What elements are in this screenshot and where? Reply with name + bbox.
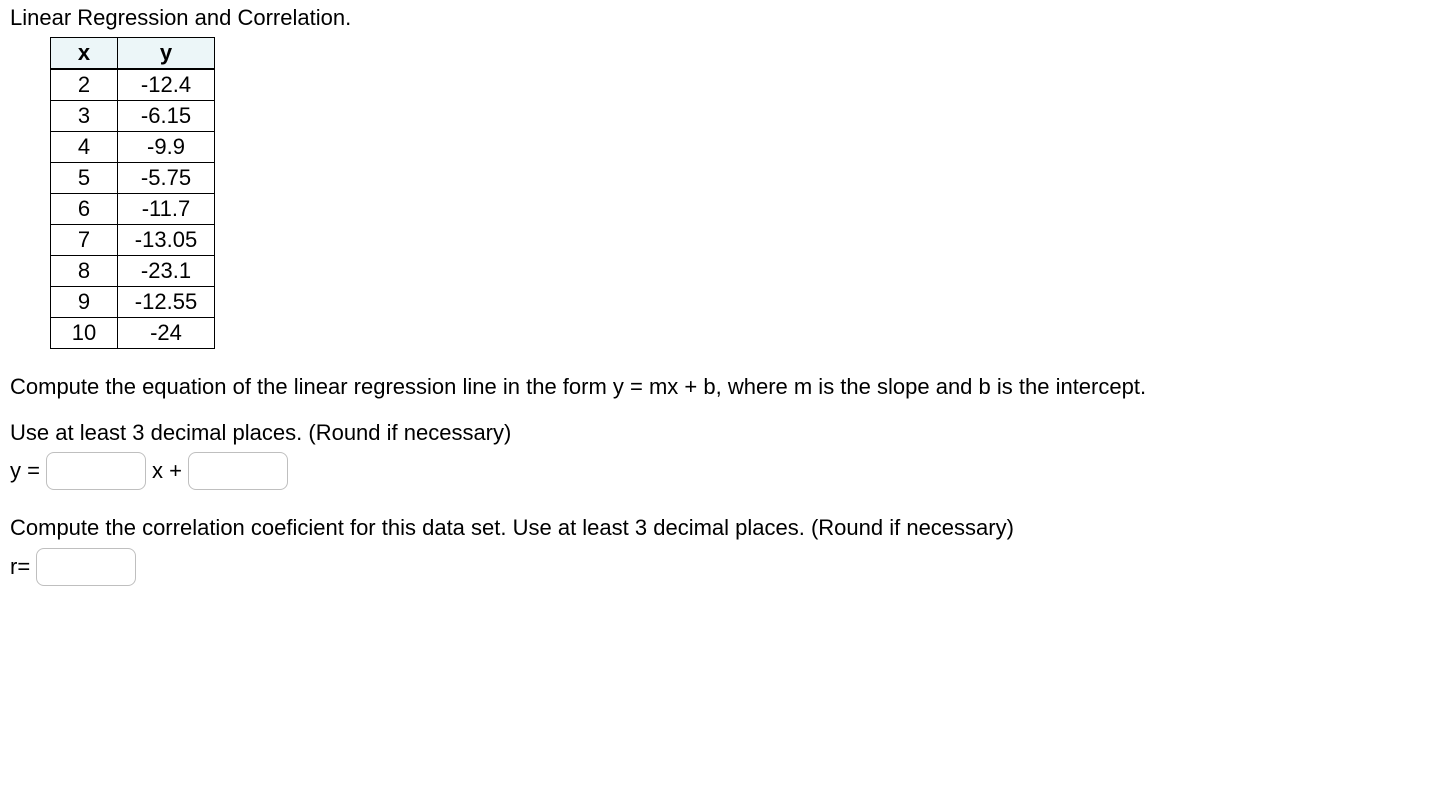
cell-x: 10 xyxy=(51,318,118,349)
table-row: 10-24 xyxy=(51,318,215,349)
table-row: 2-12.4 xyxy=(51,69,215,101)
cell-x: 8 xyxy=(51,256,118,287)
r-equals-label: r= xyxy=(10,554,30,580)
cell-y: -9.9 xyxy=(118,132,215,163)
table-body: 2-12.4 3-6.15 4-9.9 5-5.75 6-11.7 7-13.0… xyxy=(51,69,215,349)
cell-y: -11.7 xyxy=(118,194,215,225)
table-row: 3-6.15 xyxy=(51,101,215,132)
cell-x: 2 xyxy=(51,69,118,101)
r-row: r= xyxy=(10,548,1424,586)
intercept-input[interactable] xyxy=(188,452,288,490)
instruction-regression: Compute the equation of the linear regre… xyxy=(10,373,1424,401)
cell-y: -5.75 xyxy=(118,163,215,194)
cell-x: 9 xyxy=(51,287,118,318)
instruction-decimals: Use at least 3 decimal places. (Round if… xyxy=(10,419,1424,447)
cell-x: 3 xyxy=(51,101,118,132)
cell-x: 6 xyxy=(51,194,118,225)
equation-row: y = x + xyxy=(10,452,1424,490)
r-input[interactable] xyxy=(36,548,136,586)
data-table: x y 2-12.4 3-6.15 4-9.9 5-5.75 6-11.7 7-… xyxy=(50,37,215,349)
table-row: 9-12.55 xyxy=(51,287,215,318)
instruction-correlation: Compute the correlation coeficient for t… xyxy=(10,514,1424,542)
table-row: 6-11.7 xyxy=(51,194,215,225)
y-equals-label: y = xyxy=(10,458,40,484)
table-row: 4-9.9 xyxy=(51,132,215,163)
col-header-y: y xyxy=(118,38,215,70)
table-row: 8-23.1 xyxy=(51,256,215,287)
cell-x: 5 xyxy=(51,163,118,194)
cell-y: -12.55 xyxy=(118,287,215,318)
x-plus-label: x + xyxy=(152,458,182,484)
cell-y: -6.15 xyxy=(118,101,215,132)
cell-y: -13.05 xyxy=(118,225,215,256)
slope-input[interactable] xyxy=(46,452,146,490)
col-header-x: x xyxy=(51,38,118,70)
page-title: Linear Regression and Correlation. xyxy=(10,5,1424,31)
table-row: 7-13.05 xyxy=(51,225,215,256)
cell-x: 4 xyxy=(51,132,118,163)
table-row: 5-5.75 xyxy=(51,163,215,194)
cell-x: 7 xyxy=(51,225,118,256)
cell-y: -12.4 xyxy=(118,69,215,101)
cell-y: -24 xyxy=(118,318,215,349)
cell-y: -23.1 xyxy=(118,256,215,287)
